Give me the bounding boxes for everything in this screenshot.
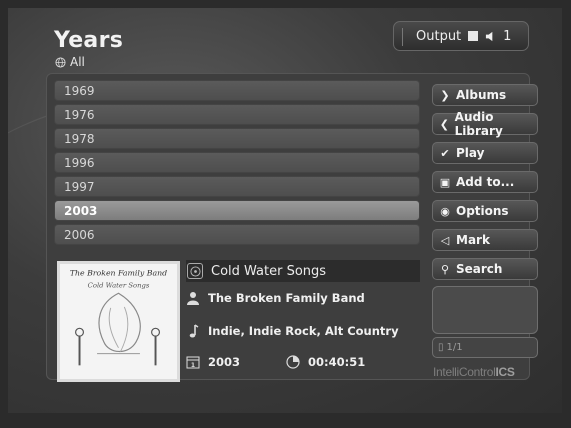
genre-row: Indie, Indie Rock, Alt Country: [186, 324, 399, 338]
album-cover-image: The Broken Family Band Cold Water Songs: [60, 264, 177, 379]
year-duration-row: 1 2003 00:40:51: [186, 355, 365, 369]
radio-dot-icon: ◉: [440, 204, 450, 218]
options-button-label: Options: [456, 204, 509, 218]
chevron-left-icon: ❮: [439, 117, 449, 131]
speaker-icon: [486, 31, 493, 41]
search-icon: ⚲: [440, 262, 450, 276]
empty-button-slot: [432, 286, 538, 334]
calendar-icon: 1: [186, 356, 200, 369]
list-item-year[interactable]: 1996: [54, 152, 420, 173]
search-button-label: Search: [456, 262, 503, 276]
brand-logo: IntelliControlICS: [433, 365, 515, 379]
search-button[interactable]: ⚲ Search: [432, 258, 538, 280]
list-item-year[interactable]: 1969: [54, 80, 420, 101]
page-indicator: ▯ 1/1: [432, 337, 538, 358]
audio-library-button-label: Audio Library: [454, 110, 503, 138]
add-to-button-label: Add to...: [456, 175, 515, 189]
options-button[interactable]: ◉ Options: [432, 200, 538, 222]
tag-icon: ◁: [440, 233, 450, 247]
page-icon: ▯: [438, 342, 444, 353]
list-item-year[interactable]: 1976: [54, 104, 420, 125]
page-title: Years: [54, 28, 124, 53]
play-button[interactable]: ✔ Play: [432, 142, 538, 164]
album-cover: The Broken Family Band Cold Water Songs: [57, 261, 180, 382]
output-divider: [402, 28, 403, 46]
page-count: 1/1: [446, 342, 463, 353]
albums-button-label: Albums: [456, 88, 507, 102]
globe-icon: [55, 56, 66, 68]
stop-icon: [468, 31, 479, 41]
chevron-right-icon: ❯: [440, 88, 450, 102]
add-to-button[interactable]: ▣ Add to...: [432, 171, 538, 193]
play-button-label: Play: [456, 146, 485, 160]
filter-label: All: [70, 55, 85, 69]
cover-band-text: The Broken Family Band: [70, 269, 167, 278]
album-disc-icon: [187, 263, 203, 279]
add-square-icon: ▣: [439, 175, 451, 189]
svg-text:1: 1: [191, 362, 195, 369]
clock-icon: [286, 355, 300, 369]
artist-row: The Broken Family Band: [186, 291, 365, 305]
mark-button-label: Mark: [456, 233, 490, 247]
list-item-year[interactable]: 1997: [54, 176, 420, 197]
album-year: 2003: [208, 355, 241, 369]
cover-album-text: Cold Water Songs: [88, 281, 150, 289]
albums-button[interactable]: ❯ Albums: [432, 84, 538, 106]
genre-list: Indie, Indie Rock, Alt Country: [208, 324, 399, 338]
volume-value: 1: [503, 28, 512, 44]
audio-library-button[interactable]: ❮ Audio Library: [432, 110, 538, 138]
person-icon: [187, 292, 199, 305]
artist-name: The Broken Family Band: [208, 291, 365, 305]
filter-indicator[interactable]: All: [55, 55, 85, 69]
music-note-icon: [189, 324, 199, 338]
list-item-year[interactable]: 1978: [54, 128, 420, 149]
album-title: Cold Water Songs: [211, 263, 327, 279]
output-label: Output: [416, 28, 462, 44]
album-duration: 00:40:51: [308, 355, 366, 369]
list-item-year[interactable]: 2006: [54, 224, 420, 245]
list-item-year-selected[interactable]: 2003: [54, 200, 420, 221]
brand-mark: ICS: [495, 365, 515, 379]
year-list: 1969 1976 1978 1996 1997 2003 2006: [54, 80, 420, 248]
mark-button[interactable]: ◁ Mark: [432, 229, 538, 251]
album-title-row: Cold Water Songs: [186, 260, 420, 282]
output-control[interactable]: Output 1: [393, 21, 529, 51]
brand-name: IntelliControl: [433, 365, 496, 379]
checkmark-icon: ✔: [440, 146, 450, 160]
